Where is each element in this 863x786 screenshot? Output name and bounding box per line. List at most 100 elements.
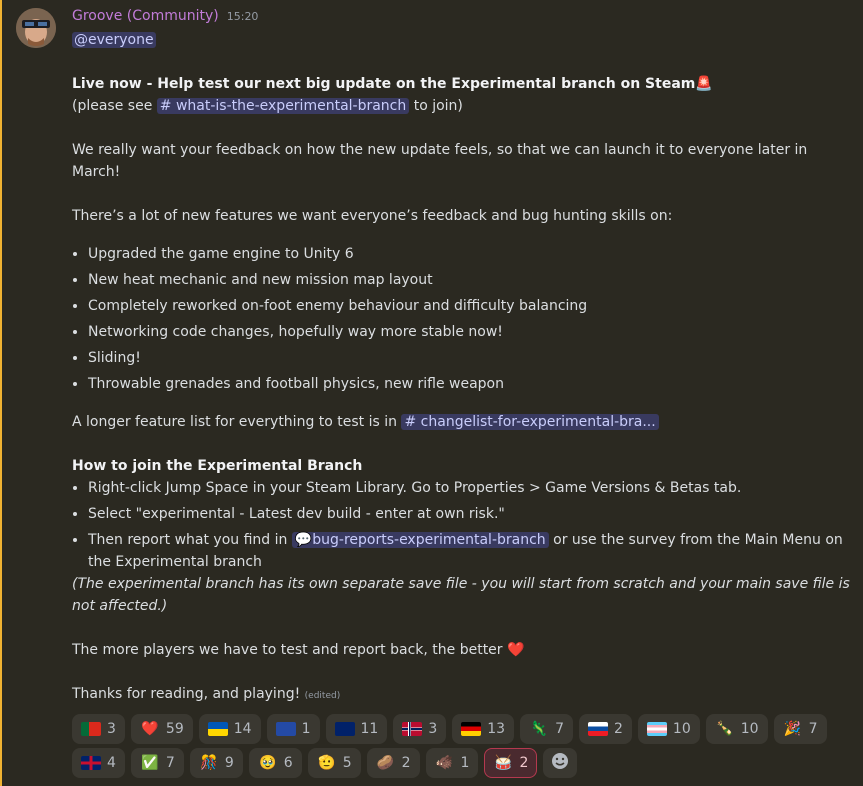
smiley-icon [551, 752, 569, 774]
reaction-norway-flag[interactable]: 3 [393, 714, 447, 744]
reaction-slovakia-flag[interactable]: 2 [579, 714, 632, 744]
message: Groove (Community) 15:20 @everyone Live … [0, 0, 863, 786]
boar-icon: 🐗 [435, 755, 454, 771]
post-title: Live now - Help test our next big update… [72, 76, 696, 92]
reactions-bar: 3 ❤️ 59 14 1 11 3 13 🦎 7 2 10 🍾 10 🎉 7 4 ✅ 7 … [72, 714, 852, 778]
reaction-heart[interactable]: ❤️ 59 [130, 714, 193, 744]
reaction-check[interactable]: ✅ 7 [130, 748, 184, 778]
uk-flag-icon [81, 755, 101, 771]
edited-label: (edited) [304, 691, 341, 701]
reaction-custom-creature[interactable]: 🦎 7 [520, 714, 573, 744]
save-file-note: (The experimental branch has its own sep… [72, 576, 850, 614]
list-item: Right-click Jump Space in your Steam Lib… [88, 477, 852, 499]
reaction-count: 14 [233, 721, 252, 737]
message-body: @everyone Live now - Help test our next … [72, 29, 852, 707]
heart-emoji: ❤️ [507, 642, 525, 658]
reaction-count: 11 [360, 721, 379, 737]
slovakia-flag-icon [588, 721, 608, 737]
list-item: Sliding! [88, 347, 852, 369]
mention-highlight-bar [0, 0, 2, 786]
salute-icon: 🫡 [317, 755, 336, 771]
author-name[interactable]: Groove (Community) [72, 8, 219, 24]
reaction-count: 2 [519, 755, 529, 771]
reaction-confetti[interactable]: 🎊 9 [189, 748, 243, 778]
reaction-ukraine-flag[interactable]: 14 [198, 714, 261, 744]
list-item: Upgraded the game engine to Unity 6 [88, 243, 852, 265]
list-item: Networking code changes, hopefully way m… [88, 321, 852, 343]
reaction-count: 5 [342, 755, 352, 771]
step3-prefix: Then report what you find in [88, 532, 292, 548]
see-prefix: (please see [72, 98, 157, 114]
party-popper-icon: 🎉 [783, 721, 802, 737]
reaction-count: 7 [555, 721, 564, 737]
reaction-party-popper[interactable]: 🎉 7 [773, 714, 827, 744]
reaction-count: 9 [224, 755, 234, 771]
germany-flag-icon [461, 721, 482, 737]
reaction-potato[interactable]: 🥔 2 [366, 748, 420, 778]
kosovo-flag-icon [275, 721, 296, 737]
list-item: Then report what you find in 💬bug-report… [88, 529, 852, 573]
reaction-count: 10 [740, 721, 759, 737]
reaction-count: 1 [301, 721, 311, 737]
timestamp[interactable]: 15:20 [227, 10, 259, 23]
reaction-kosovo-flag[interactable]: 1 [266, 714, 320, 744]
reaction-holding-tears[interactable]: 🥹 6 [248, 748, 302, 778]
reaction-count: 3 [428, 721, 438, 737]
reaction-count: 7 [808, 721, 818, 737]
message-header: Groove (Community) 15:20 [72, 8, 258, 24]
heart-icon: ❤️ [141, 721, 159, 737]
reaction-boar[interactable]: 🐗 1 [425, 748, 479, 778]
check-mark-icon: ✅ [141, 755, 159, 771]
portugal-flag-icon [81, 721, 101, 737]
reaction-australia-flag[interactable]: 11 [325, 714, 388, 744]
reaction-transgender-flag[interactable]: 10 [637, 714, 700, 744]
reaction-salute[interactable]: 🫡 5 [307, 748, 361, 778]
reaction-count: 13 [487, 721, 506, 737]
reaction-count: 2 [614, 721, 623, 737]
creature-icon: 🦎 [530, 721, 548, 737]
reaction-count: 7 [165, 755, 175, 771]
bottle-icon: 🍾 [716, 721, 734, 737]
confetti-icon: 🎊 [200, 755, 218, 771]
reaction-count: 3 [107, 721, 116, 737]
thanks-line: Thanks for reading, and playing! [72, 686, 301, 702]
reaction-bottle[interactable]: 🍾 10 [705, 714, 768, 744]
transgender-flag-icon [646, 721, 667, 737]
longer-prefix: A longer feature list for everything to … [72, 414, 402, 430]
feedback-paragraph: We really want your feedback on how the … [72, 142, 808, 180]
norway-flag-icon [402, 721, 423, 737]
siren-emoji: 🚨 [695, 76, 713, 92]
list-item: Select "experimental - Latest dev build … [88, 503, 852, 525]
list-item: Completely reworked on-foot enemy behavi… [88, 295, 852, 317]
avatar[interactable] [16, 8, 56, 48]
channel-link-changelist[interactable]: # changelist-for-experimental-bra... [401, 414, 659, 430]
reaction-count: 4 [107, 755, 116, 771]
reaction-count: 59 [165, 721, 184, 737]
ukraine-flag-icon [207, 721, 228, 737]
australia-flag-icon [334, 721, 355, 737]
add-reaction-button[interactable] [543, 748, 578, 778]
reaction-count: 6 [283, 755, 293, 771]
channel-link-experimental[interactable]: # what-is-the-experimental-branch [156, 98, 410, 114]
howto-heading: How to join the Experimental Branch [72, 458, 363, 474]
list-item: New heat mechanic and new mission map la… [88, 269, 852, 291]
bug-reports-channel-label: bug-reports-experimental-branch [312, 532, 546, 548]
channel-link-bug-reports[interactable]: 💬bug-reports-experimental-branch [291, 532, 549, 548]
everyone-mention[interactable]: @everyone [72, 32, 156, 48]
players-line: The more players we have to test and rep… [72, 642, 503, 658]
reaction-portugal-flag[interactable]: 3 [72, 714, 125, 744]
howto-list: Right-click Jump Space in your Steam Lib… [72, 477, 852, 573]
reaction-uk-flag[interactable]: 4 [72, 748, 125, 778]
holding-tears-icon: 🥹 [259, 755, 277, 771]
feature-list: Upgraded the game engine to Unity 6 New … [72, 243, 852, 395]
features-intro: There’s a lot of new features we want ev… [72, 208, 673, 224]
reaction-count: 10 [672, 721, 691, 737]
reaction-germany-flag[interactable]: 13 [452, 714, 515, 744]
forum-channel-icon: 💬 [294, 532, 313, 548]
reaction-count: 1 [460, 755, 470, 771]
drum-icon: 🥁 [494, 755, 513, 771]
reaction-drum[interactable]: 🥁 2 [484, 748, 538, 778]
see-suffix: to join) [409, 98, 463, 114]
list-item: Throwable grenades and football physics,… [88, 373, 852, 395]
reaction-count: 2 [401, 755, 411, 771]
